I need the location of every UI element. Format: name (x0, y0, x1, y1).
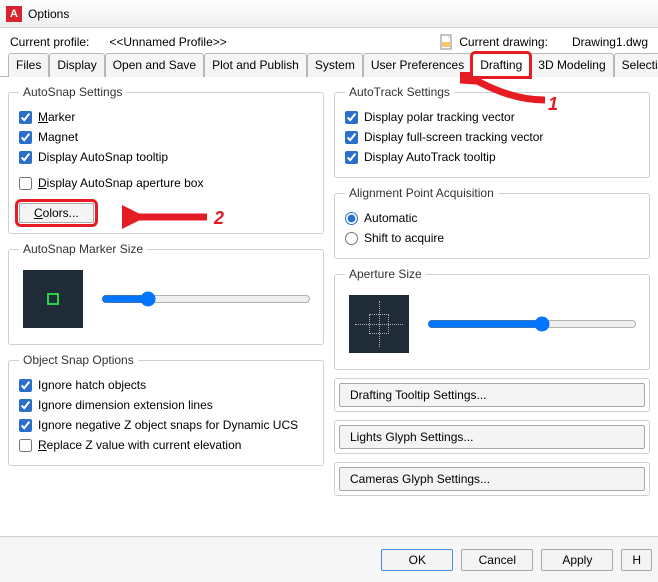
ignore-dimext-label: Ignore dimension extension lines (38, 398, 213, 412)
tab-files[interactable]: Files (8, 53, 49, 77)
cancel-button[interactable]: Cancel (461, 549, 533, 571)
titlebar: A Options (0, 0, 658, 28)
fullscreen-label: Display full-screen tracking vector (364, 130, 543, 144)
header-row: Current profile: <<Unnamed Profile>> Cur… (0, 28, 658, 52)
aperturebox-label: Display AutoSnap aperture box (38, 176, 203, 190)
apply-button[interactable]: Apply (541, 549, 613, 571)
autotrack-legend: AutoTrack Settings (345, 85, 454, 99)
cameras-glyph-button[interactable]: Cameras Glyph Settings... (339, 467, 645, 491)
drawing-file-icon (439, 34, 455, 50)
marker-size-group: AutoSnap Marker Size (8, 242, 324, 345)
right-column: AutoTrack Settings Display polar trackin… (334, 85, 650, 496)
shift-radio[interactable] (345, 232, 358, 245)
polar-row[interactable]: Display polar tracking vector (345, 107, 639, 127)
shift-label: Shift to acquire (364, 231, 444, 245)
ignore-negz-label: Ignore negative Z object snaps for Dynam… (38, 418, 298, 432)
annotation-2: 2 (214, 208, 224, 229)
ignore-hatch-row[interactable]: Ignore hatch objects (19, 375, 313, 395)
ignore-dimext-row[interactable]: Ignore dimension extension lines (19, 395, 313, 415)
aperture-size-legend: Aperture Size (345, 267, 426, 281)
colors-button[interactable]: Colors... (19, 203, 94, 223)
magnet-checkbox[interactable] (19, 131, 32, 144)
drafting-tooltip-button[interactable]: Drafting Tooltip Settings... (339, 383, 645, 407)
replacez-checkbox[interactable] (19, 439, 32, 452)
drawing-label: Current drawing: (459, 35, 548, 49)
tab-user-preferences[interactable]: User Preferences (363, 53, 472, 77)
attooltip-checkbox[interactable] (345, 151, 358, 164)
marker-checkbox[interactable] (19, 111, 32, 124)
dialog-footer: OK Cancel Apply H (0, 536, 658, 582)
polar-label: Display polar tracking vector (364, 110, 515, 124)
magnet-checkbox-row[interactable]: Magnet (19, 127, 313, 147)
replacez-row[interactable]: Replace Z value with current elevation (19, 435, 313, 455)
tab-3d-modeling[interactable]: 3D Modeling (530, 53, 613, 77)
marker-size-legend: AutoSnap Marker Size (19, 242, 147, 256)
aperture-size-slider[interactable] (427, 316, 637, 332)
attooltip-row[interactable]: Display AutoTrack tooltip (345, 147, 639, 167)
help-button[interactable]: H (621, 549, 652, 571)
tab-open-and-save[interactable]: Open and Save (105, 53, 204, 77)
cameras-glyph-wrap: Cameras Glyph Settings... (334, 462, 650, 496)
ignore-hatch-checkbox[interactable] (19, 379, 32, 392)
autosnap-group: AutoSnap Settings Marker Magnet Display … (8, 85, 324, 234)
drafting-tooltip-wrap: Drafting Tooltip Settings... (334, 378, 650, 412)
annotation-1: 1 (548, 94, 558, 115)
alignment-legend: Alignment Point Acquisition (345, 186, 498, 200)
replacez-label: Replace Z value with current elevation (38, 438, 241, 452)
left-column: AutoSnap Settings Marker Magnet Display … (8, 85, 324, 496)
ignore-dimext-checkbox[interactable] (19, 399, 32, 412)
tab-selection[interactable]: Selection (614, 53, 658, 77)
marker-preview-icon (23, 270, 83, 328)
alignment-group: Alignment Point Acquisition Automatic Sh… (334, 186, 650, 259)
autotrack-group: AutoTrack Settings Display polar trackin… (334, 85, 650, 178)
attooltip-label: Display AutoTrack tooltip (364, 150, 496, 164)
tab-system[interactable]: System (307, 53, 363, 77)
marker-checkbox-row[interactable]: Marker (19, 107, 313, 127)
fullscreen-row[interactable]: Display full-screen tracking vector (345, 127, 639, 147)
aperturebox-checkbox-row[interactable]: Display AutoSnap aperture box (19, 173, 313, 193)
app-logo-icon: A (6, 6, 22, 22)
tab-plot-and-publish[interactable]: Plot and Publish (204, 53, 307, 77)
ignore-negz-row[interactable]: Ignore negative Z object snaps for Dynam… (19, 415, 313, 435)
aperturebox-checkbox[interactable] (19, 177, 32, 190)
object-snap-legend: Object Snap Options (19, 353, 138, 367)
automatic-radio[interactable] (345, 212, 358, 225)
magnet-label: Magnet (38, 130, 78, 144)
lights-glyph-wrap: Lights Glyph Settings... (334, 420, 650, 454)
aperture-size-group: Aperture Size (334, 267, 650, 370)
fullscreen-checkbox[interactable] (345, 131, 358, 144)
profile-label: Current profile: (10, 35, 89, 49)
tab-display[interactable]: Display (49, 53, 104, 77)
ignore-negz-checkbox[interactable] (19, 419, 32, 432)
automatic-row[interactable]: Automatic (345, 208, 639, 228)
profile-value: <<Unnamed Profile>> (109, 35, 226, 49)
marker-label: Marker (38, 110, 75, 124)
content-area: AutoSnap Settings Marker Magnet Display … (0, 77, 658, 496)
marker-size-slider[interactable] (101, 291, 311, 307)
automatic-label: Automatic (364, 211, 417, 225)
lights-glyph-button[interactable]: Lights Glyph Settings... (339, 425, 645, 449)
object-snap-group: Object Snap Options Ignore hatch objects… (8, 353, 324, 466)
drawing-value: Drawing1.dwg (572, 35, 648, 49)
astooltip-checkbox-row[interactable]: Display AutoSnap tooltip (19, 147, 313, 167)
polar-checkbox[interactable] (345, 111, 358, 124)
ok-button[interactable]: OK (381, 549, 453, 571)
astooltip-checkbox[interactable] (19, 151, 32, 164)
aperture-preview-icon (349, 295, 409, 353)
autosnap-legend: AutoSnap Settings (19, 85, 126, 99)
window-title: Options (28, 7, 69, 21)
tab-bar: Files Display Open and Save Plot and Pub… (0, 52, 658, 77)
ignore-hatch-label: Ignore hatch objects (38, 378, 146, 392)
astooltip-label: Display AutoSnap tooltip (38, 150, 168, 164)
tab-drafting[interactable]: Drafting (472, 53, 530, 77)
shift-row[interactable]: Shift to acquire (345, 228, 639, 248)
